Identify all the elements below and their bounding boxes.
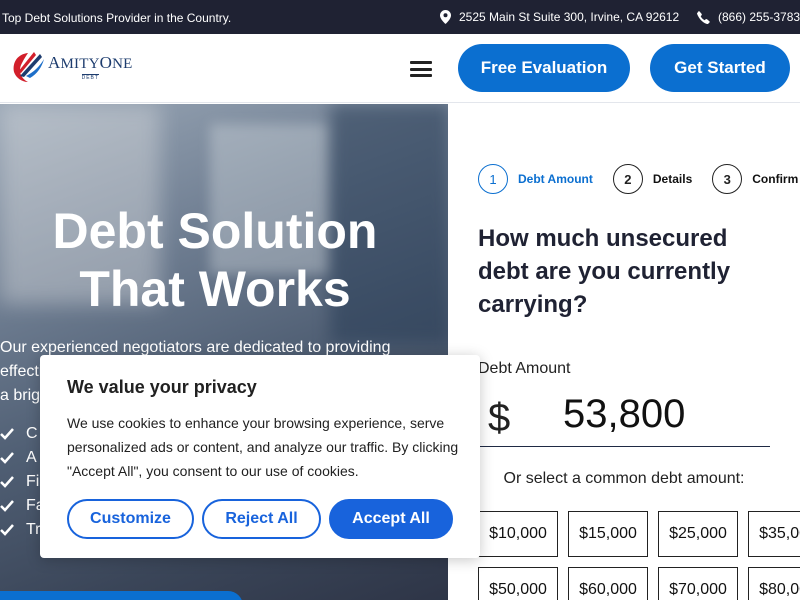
phone-text: (866) 255-3783 [718,10,800,24]
debt-form-panel: 1 Debt Amount 2 Details 3 Confirm How mu… [448,134,800,600]
amount-option-button[interactable]: $15,000 [568,511,648,557]
common-amount-options: $10,000 $15,000 $25,000 $35,000 $50,000 … [478,511,800,600]
check-icon [0,452,14,464]
logo[interactable]: AMITYONE DEBT [10,50,133,84]
reject-all-button[interactable]: Reject All [202,499,321,539]
get-started-button[interactable]: Get Started [650,44,790,92]
common-amount-label: Or select a common debt amount: [503,470,745,487]
phone-icon [697,10,710,24]
amount-option-button[interactable]: $50,000 [478,567,558,600]
step-details: 2 Details [612,164,692,194]
amount-option-button[interactable]: $70,000 [658,567,738,600]
step-indicator: 1 Debt Amount 2 Details 3 Confirm [478,164,800,194]
site-header: AMITYONE DEBT Free Evaluation Get Starte… [0,34,800,103]
cookie-consent-dialog: We value your privacy We use cookies to … [40,355,480,558]
phone-link[interactable]: (866) 255-3783 [697,10,800,24]
currency-symbol: $ [488,396,511,440]
map-pin-icon [440,10,451,24]
amount-option-button[interactable]: $80,000 [748,567,800,600]
amount-option-button[interactable]: $10,000 [478,511,558,557]
top-bar: Top Debt Solutions Provider in the Count… [0,0,800,34]
check-icon [0,524,14,536]
list-item: Tr [0,518,45,542]
logo-text: AMITYONE DEBT [48,52,133,81]
step-debt-amount: 1 Debt Amount [478,164,593,194]
benefit-list: C A Fi Fa Tr [0,422,45,542]
menu-icon[interactable] [410,61,432,77]
form-question: How much unsecured debt are you currentl… [478,225,731,318]
accept-all-button[interactable]: Accept All [329,499,453,539]
check-icon [0,500,14,512]
amount-option-button[interactable]: $25,000 [658,511,738,557]
logo-mark-icon [13,52,44,82]
hero-cta-button[interactable] [0,591,243,600]
cookie-body: We use cookies to enhance your browsing … [67,415,459,479]
debt-amount-label: Debt Amount [478,360,571,377]
debt-amount-value: 53,800 [563,392,686,436]
free-evaluation-button[interactable]: Free Evaluation [458,44,630,92]
debt-amount-input[interactable]: $ 53,800 [478,392,770,447]
tagline: Top Debt Solutions Provider in the Count… [2,11,232,25]
list-item: A [0,446,45,470]
address[interactable]: 2525 Main St Suite 300, Irvine, CA 92612 [440,10,679,24]
list-item: C [0,422,45,446]
cookie-title: We value your privacy [67,377,257,397]
customize-button[interactable]: Customize [67,499,194,539]
check-icon [0,428,14,440]
list-item: Fi [0,470,45,494]
step-confirm: 3 Confirm [712,164,798,194]
list-item: Fa [0,494,45,518]
address-text: 2525 Main St Suite 300, Irvine, CA 92612 [459,10,680,24]
check-icon [0,476,14,488]
hero-title: Debt Solution That Works [52,203,378,317]
amount-option-button[interactable]: $60,000 [568,567,648,600]
amount-option-button[interactable]: $35,000 [748,511,800,557]
